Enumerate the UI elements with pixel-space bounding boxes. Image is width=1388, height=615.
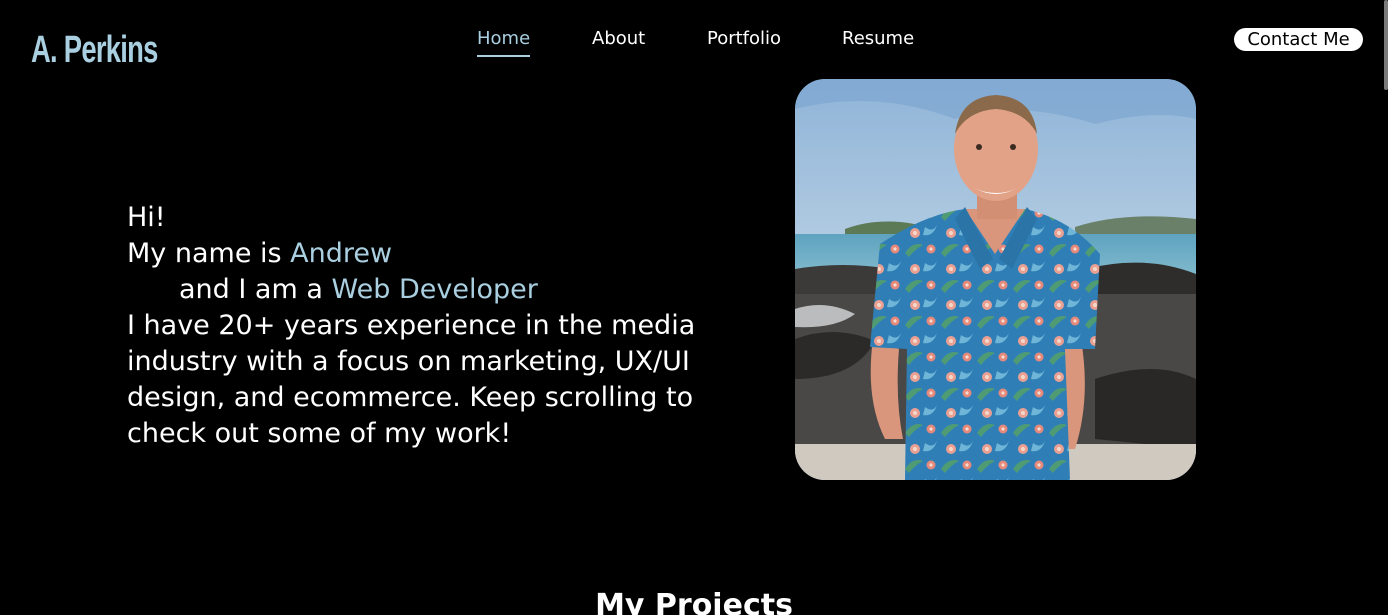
site-logo[interactable]: A. Perkins [31,27,158,73]
hero-role-line: and I am a Web Developer [127,272,767,308]
hero-name-line: My name is Andrew [127,236,767,272]
profile-photo [795,79,1196,480]
page: A. Perkins Home About Portfolio Resume C… [0,0,1388,615]
nav-about[interactable]: About [592,27,645,51]
hero-greeting: Hi! [127,202,166,233]
hero-bio: I have 20+ years experience in the media… [127,310,696,449]
hero-name: Andrew [290,238,393,269]
hero-role-prefix: and I am a [179,274,323,305]
contact-me-button[interactable]: Contact Me [1234,28,1363,51]
nav-home[interactable]: Home [477,27,531,57]
profile-photo-image [795,79,1196,480]
nav-portfolio[interactable]: Portfolio [707,27,781,51]
hero-role: Web Developer [331,274,538,305]
hero-intro: Hi! My name is Andrew and I am a Web Dev… [127,200,767,452]
projects-heading: My Projects [595,588,793,615]
scrollbar-thumb[interactable] [1384,0,1388,90]
hero-name-prefix: My name is [127,238,282,269]
nav-resume[interactable]: Resume [842,27,914,51]
